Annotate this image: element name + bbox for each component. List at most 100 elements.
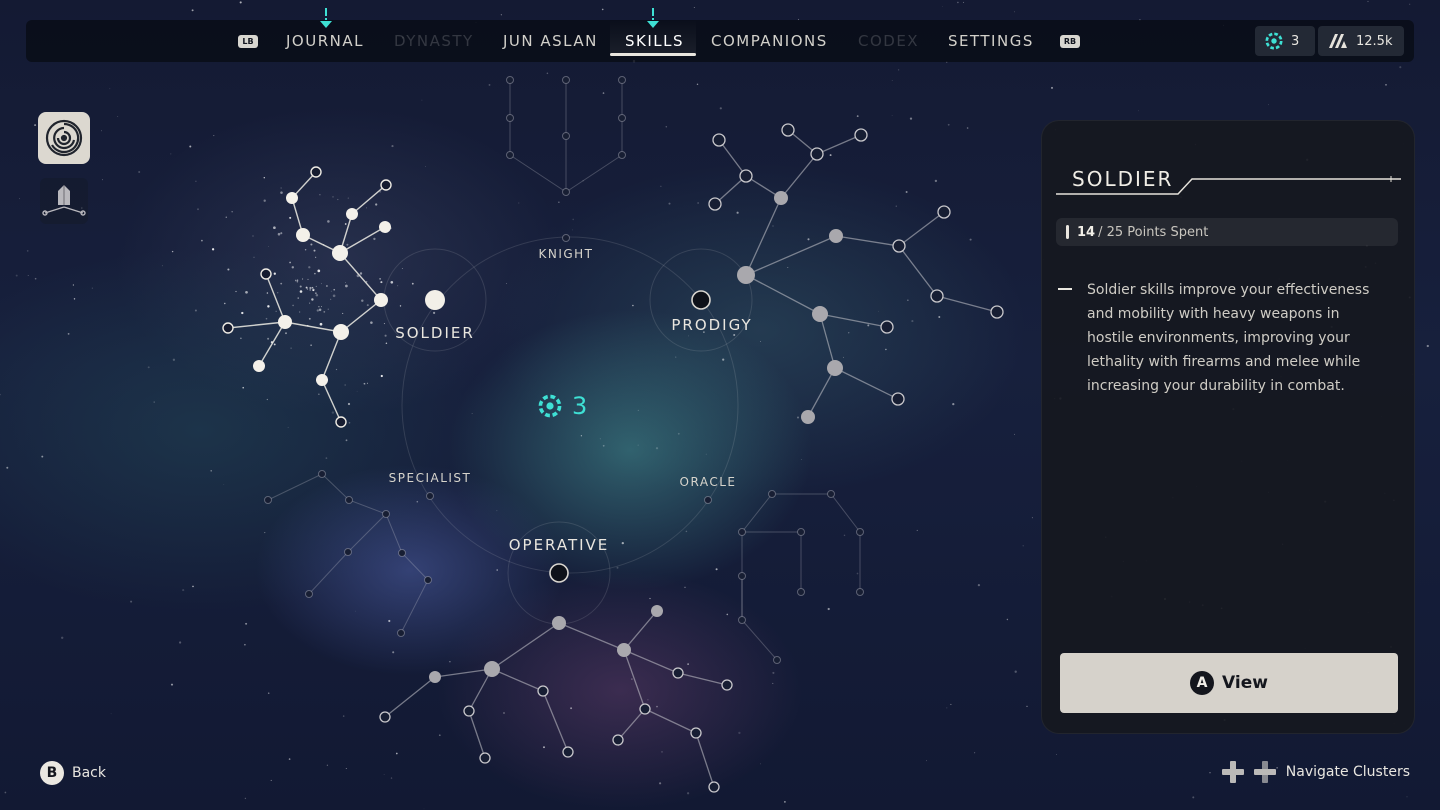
background-star bbox=[572, 218, 575, 221]
sparkle-star bbox=[325, 285, 328, 287]
tab-skills[interactable]: SKILLS bbox=[625, 32, 684, 50]
cluster-label-soldier[interactable]: SOLDIER bbox=[395, 324, 475, 342]
background-star bbox=[632, 304, 634, 307]
background-star bbox=[171, 250, 174, 253]
sparkle-star bbox=[361, 299, 364, 302]
background-star bbox=[772, 225, 774, 227]
cluster-label-operative[interactable]: OPERATIVE bbox=[509, 536, 610, 554]
sparkle-star bbox=[309, 289, 312, 291]
background-star bbox=[843, 356, 844, 358]
back-prompt[interactable]: B Back bbox=[40, 761, 106, 785]
background-star bbox=[911, 320, 914, 323]
soldier-hub-node[interactable] bbox=[425, 290, 445, 310]
background-star bbox=[963, 1, 965, 3]
operative-hub-node[interactable] bbox=[549, 563, 569, 583]
navigate-clusters-prompt: Navigate Clusters bbox=[1221, 761, 1410, 783]
background-star bbox=[897, 69, 900, 71]
background-star bbox=[546, 72, 549, 75]
skills-alert-icon bbox=[647, 8, 659, 28]
sparkle-star bbox=[292, 304, 294, 307]
sparkle-star bbox=[285, 332, 287, 335]
background-star bbox=[572, 229, 573, 231]
sparkle-star bbox=[309, 286, 312, 290]
background-star bbox=[331, 411, 335, 414]
credits-value: 12.5k bbox=[1356, 33, 1393, 49]
background-star bbox=[599, 438, 601, 440]
background-star bbox=[264, 532, 266, 534]
background-star bbox=[101, 130, 102, 132]
background-star bbox=[320, 283, 322, 285]
background-star bbox=[726, 613, 729, 616]
background-star bbox=[719, 107, 722, 110]
background-star bbox=[397, 285, 399, 287]
sparkle-star bbox=[316, 309, 319, 312]
sparkle-star bbox=[366, 382, 368, 384]
background-star bbox=[496, 510, 498, 512]
sparkle-star bbox=[305, 286, 308, 289]
background-star bbox=[496, 569, 499, 571]
background-star bbox=[637, 444, 639, 446]
sparkle-star bbox=[263, 199, 266, 202]
background-star bbox=[715, 568, 718, 571]
background-star bbox=[288, 758, 291, 760]
sparkle-star bbox=[227, 268, 230, 271]
cluster-description: Soldier skills improve your effectivenes… bbox=[1087, 282, 1370, 394]
view-button[interactable]: A View bbox=[1060, 653, 1398, 713]
tab-companions[interactable]: COMPANIONS bbox=[711, 32, 828, 50]
background-star bbox=[348, 421, 351, 424]
sparkle-star bbox=[366, 207, 367, 209]
tab-dynasty: DYNASTY bbox=[394, 32, 474, 50]
background-star bbox=[1056, 754, 1057, 756]
background-star bbox=[500, 14, 502, 16]
tab-journal[interactable]: JOURNAL bbox=[286, 32, 364, 50]
sparkle-star bbox=[299, 290, 303, 293]
background-star bbox=[210, 470, 212, 472]
background-star bbox=[891, 115, 893, 116]
tab-settings[interactable]: SETTINGS bbox=[948, 32, 1034, 50]
skill-point-icon bbox=[538, 394, 562, 418]
background-star bbox=[677, 432, 680, 435]
sparkle-star bbox=[296, 279, 299, 281]
background-star bbox=[938, 316, 941, 318]
background-star bbox=[34, 277, 37, 280]
prodigy-hub-node[interactable] bbox=[691, 290, 711, 310]
background-star bbox=[287, 426, 289, 428]
sparkle-star bbox=[266, 292, 269, 294]
background-star bbox=[425, 166, 426, 167]
background-star bbox=[760, 341, 761, 342]
background-star bbox=[760, 763, 761, 765]
sparkle-star bbox=[318, 305, 320, 308]
sparkle-star bbox=[291, 266, 294, 269]
tab-jun-aslan[interactable]: JUN ASLAN bbox=[503, 32, 598, 50]
rb-bumper-glyph[interactable]: RB bbox=[1060, 35, 1080, 48]
sparkle-star bbox=[211, 248, 215, 251]
sparkle-star bbox=[327, 220, 330, 223]
sparkle-star bbox=[309, 302, 311, 304]
soldier-nodes bbox=[222, 166, 392, 428]
skill-tree-tab-icon[interactable] bbox=[38, 112, 90, 164]
background-star bbox=[797, 416, 799, 419]
trait-tab-icon[interactable] bbox=[40, 178, 88, 224]
sparkle-star bbox=[315, 294, 319, 297]
lb-bumper-glyph[interactable]: LB bbox=[238, 35, 258, 48]
background-star bbox=[61, 636, 64, 639]
sparkle-star bbox=[267, 337, 270, 340]
background-star bbox=[693, 7, 695, 9]
background-star bbox=[637, 409, 639, 411]
back-label: Back bbox=[72, 765, 106, 781]
background-star bbox=[942, 5, 943, 7]
sparkle-star bbox=[345, 282, 347, 283]
background-star bbox=[656, 705, 658, 708]
navigate-label: Navigate Clusters bbox=[1285, 764, 1410, 780]
background-star bbox=[27, 274, 29, 276]
background-star bbox=[784, 801, 786, 803]
sparkle-star bbox=[399, 305, 402, 307]
background-star bbox=[170, 153, 172, 155]
nav-tabs: LB JOURNAL DYNASTY JUN ASLAN SKILLS COMP… bbox=[26, 8, 1414, 62]
background-star bbox=[885, 348, 887, 351]
cluster-label-prodigy[interactable]: PRODIGY bbox=[671, 316, 752, 334]
background-star bbox=[308, 317, 311, 320]
sparkle-star bbox=[299, 285, 302, 288]
sparkle-star bbox=[290, 347, 292, 349]
sparkle-star bbox=[327, 308, 329, 310]
